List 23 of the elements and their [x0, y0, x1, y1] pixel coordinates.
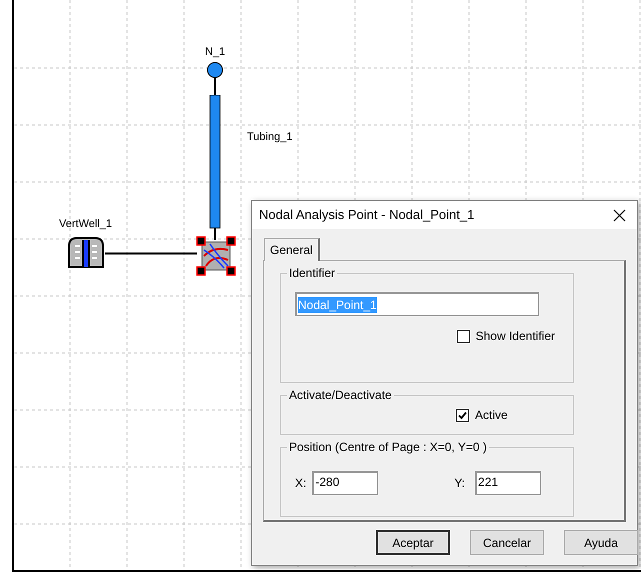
x-field[interactable]: -280	[312, 471, 378, 495]
field-value: Nodal_Point_1	[298, 296, 377, 312]
node-icon[interactable]	[207, 62, 223, 95]
field-label: Y:	[454, 475, 466, 492]
tab[interactable]: General	[264, 238, 320, 261]
field-label: X:	[295, 475, 306, 492]
y-field[interactable]: 221	[475, 471, 542, 495]
checkbox-label: Active	[475, 407, 508, 424]
dialog-button[interactable]: Ayuda	[564, 530, 638, 555]
well-icon[interactable]	[68, 237, 104, 268]
checkbox[interactable]	[456, 330, 470, 342]
dialog-button[interactable]: Cancelar	[470, 530, 544, 555]
window-title: Nodal Analysis Point - Nodal_Point_1	[259, 206, 474, 224]
close-icon[interactable]	[611, 207, 627, 223]
checkbox[interactable]	[456, 408, 469, 422]
node-label: N_1	[205, 45, 226, 60]
well-label: VertWell_1	[59, 217, 112, 232]
group-legend: Position (Centre of Page : X=0, Y=0 )	[287, 439, 489, 455]
checkbox-label: Show Identifier	[476, 328, 555, 345]
tubing-label: Tubing_1	[247, 130, 292, 145]
tubing-pipe[interactable]	[210, 95, 220, 240]
nodal-point-icon[interactable]	[196, 236, 236, 276]
dialog-button[interactable]: Aceptar	[376, 530, 450, 555]
